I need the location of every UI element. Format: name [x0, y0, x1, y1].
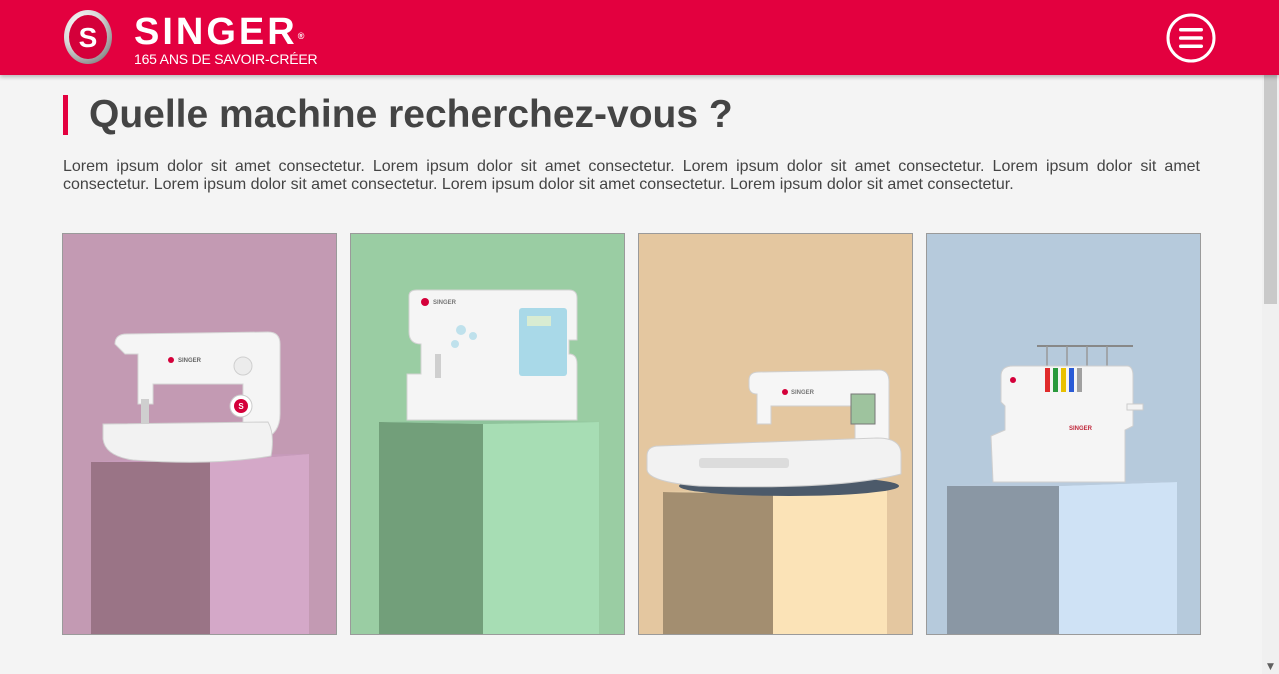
sewing-machine-image: S SINGER	[63, 234, 336, 634]
machine-card-1[interactable]: S SINGER	[62, 233, 337, 635]
singer-s-badge-icon: S	[64, 10, 112, 64]
svg-text:S: S	[79, 22, 98, 53]
singer-logo[interactable]: S SINGER® 165 ANS DE SAVOIR-CRÉER	[63, 9, 343, 67]
machine-card-4[interactable]: SINGER	[926, 233, 1201, 635]
menu-button[interactable]	[1165, 12, 1217, 64]
machine-card-2[interactable]: SINGER	[350, 233, 625, 635]
scrollbar-thumb[interactable]	[1264, 75, 1277, 304]
serger-machine-image: SINGER	[927, 234, 1200, 634]
brand-name: SINGER®	[134, 11, 305, 53]
vertical-scrollbar[interactable]: ▼	[1262, 75, 1279, 674]
intro-text: Lorem ipsum dolor sit amet consectetur. …	[63, 158, 1200, 193]
svg-text:SINGER: SINGER	[433, 300, 457, 306]
svg-text:SINGER: SINGER	[178, 358, 202, 364]
computerized-sewing-machine-image: SINGER	[351, 234, 624, 634]
svg-text:S: S	[238, 402, 244, 411]
embroidery-machine-image: SINGER	[639, 234, 912, 634]
hamburger-menu-icon	[1166, 13, 1216, 63]
svg-text:SINGER: SINGER	[1069, 426, 1093, 432]
scroll-down-arrow-icon[interactable]: ▼	[1265, 662, 1276, 672]
machine-cards: S SINGER SINGER SINGER SINGER	[62, 233, 1202, 635]
svg-text:SINGER: SINGER	[791, 390, 815, 396]
title-accent-bar	[63, 95, 68, 135]
site-header: S SINGER® 165 ANS DE SAVOIR-CRÉER	[0, 0, 1279, 75]
brand-tagline: 165 ANS DE SAVOIR-CRÉER	[134, 51, 318, 67]
page-title: Quelle machine recherchez-vous ?	[89, 93, 733, 136]
machine-card-3[interactable]: SINGER	[638, 233, 913, 635]
